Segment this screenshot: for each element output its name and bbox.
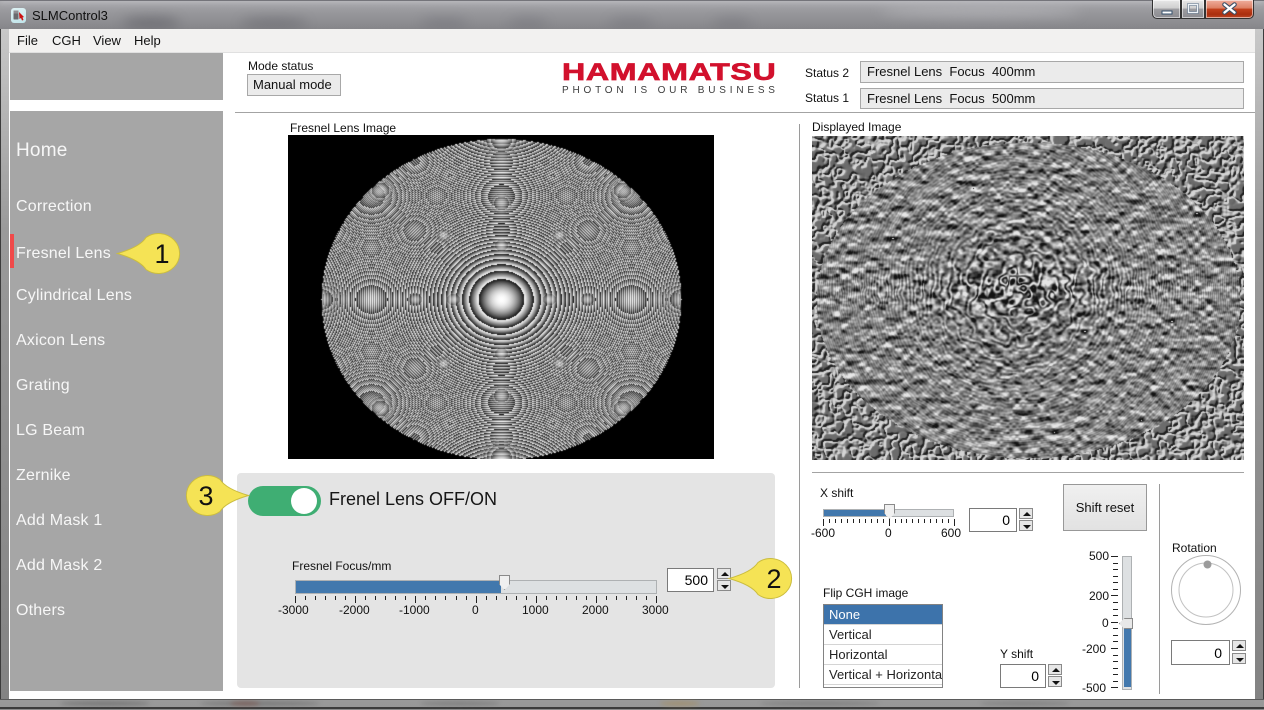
svg-text:2: 2 (766, 564, 781, 594)
svg-text:1: 1 (154, 239, 169, 269)
svg-text:3: 3 (198, 481, 213, 511)
